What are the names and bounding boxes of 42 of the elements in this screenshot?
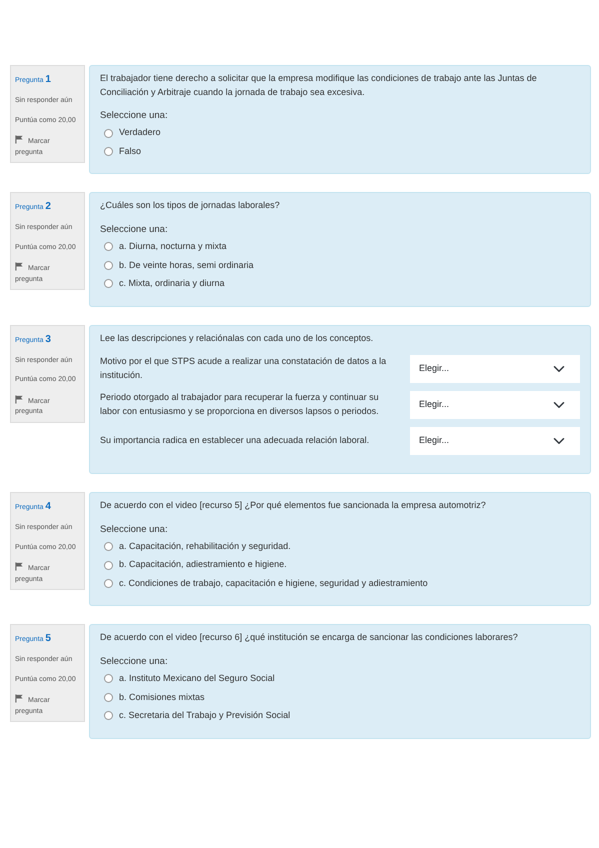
radio-button[interactable] [104, 242, 113, 252]
answer-option-label[interactable]: c. Condiciones de trabajo, capacitación e higiene, seguridad y adiestramiento [119, 576, 428, 590]
answer-option-label[interactable]: a. Instituto Mexicano del Seguro Social [119, 672, 275, 686]
radio-button[interactable] [104, 711, 113, 720]
flag-icon [15, 562, 24, 571]
answer-option-label[interactable]: c. Mixta, ordinaria y diurna [119, 277, 225, 290]
flag-icon [15, 262, 24, 272]
radio-button[interactable] [104, 542, 113, 551]
choose-dropdown[interactable]: Elegir... [410, 427, 580, 455]
description-text: Motivo por el que STPS acude a realizar una constatación de datos a la institución. [100, 355, 388, 382]
radio-button[interactable] [104, 674, 113, 684]
description-text: Su importancia radica en establecer una adecuada relación laboral. [100, 434, 370, 448]
answer-option-label[interactable]: Falso [119, 144, 142, 158]
radio-button[interactable] [104, 579, 113, 588]
question-text: De acuerdo con el video [recurso 6] ¿qué institución se encarga de sancionar las condiciones laborares? [100, 631, 519, 644]
answer-option-label[interactable]: a. Capacitación, rehabilitación y seguridad. [119, 540, 291, 554]
flag-icon [15, 694, 24, 704]
radio-button[interactable] [104, 260, 113, 270]
question-text: Lee las descripciones y relaciónalas con cada uno de los conceptos. [100, 332, 374, 345]
radio-button[interactable] [104, 147, 113, 156]
select-one-prompt: Seleccione una: [100, 522, 169, 536]
answer-option-label[interactable]: Verdadero [119, 126, 161, 140]
select-one-prompt: Seleccione una: [100, 654, 169, 669]
select-one-prompt: Seleccione una: [100, 222, 169, 237]
answer-option-label[interactable]: b. Capacitación, adiestramiento e higiene. [119, 558, 287, 572]
answer-option-label[interactable]: c. Secretaria del Trabajo y Previsión Social [119, 709, 290, 722]
radio-button[interactable] [104, 279, 113, 288]
choose-dropdown[interactable]: Elegir... [410, 355, 580, 383]
answer-option-label[interactable]: a. Diurna, nocturna y mixta [119, 240, 227, 254]
answer-option-label[interactable]: b. De veinte horas, semi ordinaria [119, 258, 254, 272]
question-text: ¿Cuáles son los tipos de jornadas laborales? [100, 199, 281, 212]
select-one-prompt: Seleccione una: [100, 109, 169, 123]
description-text: Periodo otorgado al trabajador para recuperar la fuerza y continuar su labor con entusiasmo y se proporciona en diversos lapsos o periodos. [100, 391, 380, 418]
radio-button[interactable] [104, 128, 113, 138]
radio-button[interactable] [104, 692, 113, 702]
flag-icon [15, 394, 24, 404]
answer-option-label[interactable]: b. Comisiones mixtas [119, 690, 205, 704]
flag-icon [15, 135, 24, 144]
question-text: De acuerdo con el video [recurso 5] ¿Por qué elementos fue sancionada la empresa automotriz? [100, 499, 487, 512]
radio-button[interactable] [104, 560, 113, 570]
choose-dropdown[interactable]: Elegir... [410, 391, 580, 419]
question-text: El trabajador tiene derecho a solicitar que la empresa modifique las condiciones de trabajo ante las Juntas de Conciliación y Arbitraje cuando la jornada de trabajo sea excesiva. [100, 72, 538, 99]
